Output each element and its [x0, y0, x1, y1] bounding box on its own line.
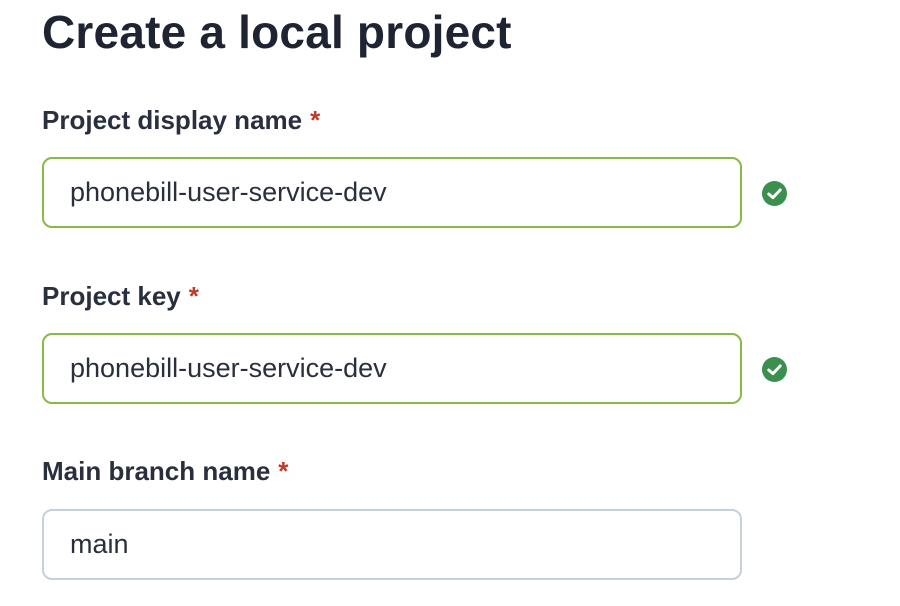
create-project-page: Create a local project Project display n…: [0, 0, 900, 606]
project-key-field[interactable]: [42, 333, 742, 404]
project-display-name-field[interactable]: [42, 157, 742, 228]
required-marker: *: [278, 456, 289, 486]
main-branch-name-input[interactable]: [70, 529, 710, 560]
main-branch-name-label: Main branch name *: [42, 454, 288, 488]
required-marker: *: [310, 105, 321, 135]
project-display-name-label: Project display name *: [42, 103, 320, 137]
check-circle-icon: [762, 357, 787, 382]
check-circle-icon: [762, 181, 787, 206]
project-key-label: Project key *: [42, 279, 199, 313]
project-key-label-text: Project key: [42, 281, 181, 311]
project-key-input[interactable]: [70, 353, 710, 384]
project-display-name-label-text: Project display name: [42, 105, 303, 135]
required-marker: *: [188, 281, 199, 311]
project-display-name-input[interactable]: [70, 177, 710, 208]
page-title: Create a local project: [42, 6, 512, 58]
main-branch-name-field[interactable]: [42, 509, 742, 580]
main-branch-name-label-text: Main branch name: [42, 456, 271, 486]
